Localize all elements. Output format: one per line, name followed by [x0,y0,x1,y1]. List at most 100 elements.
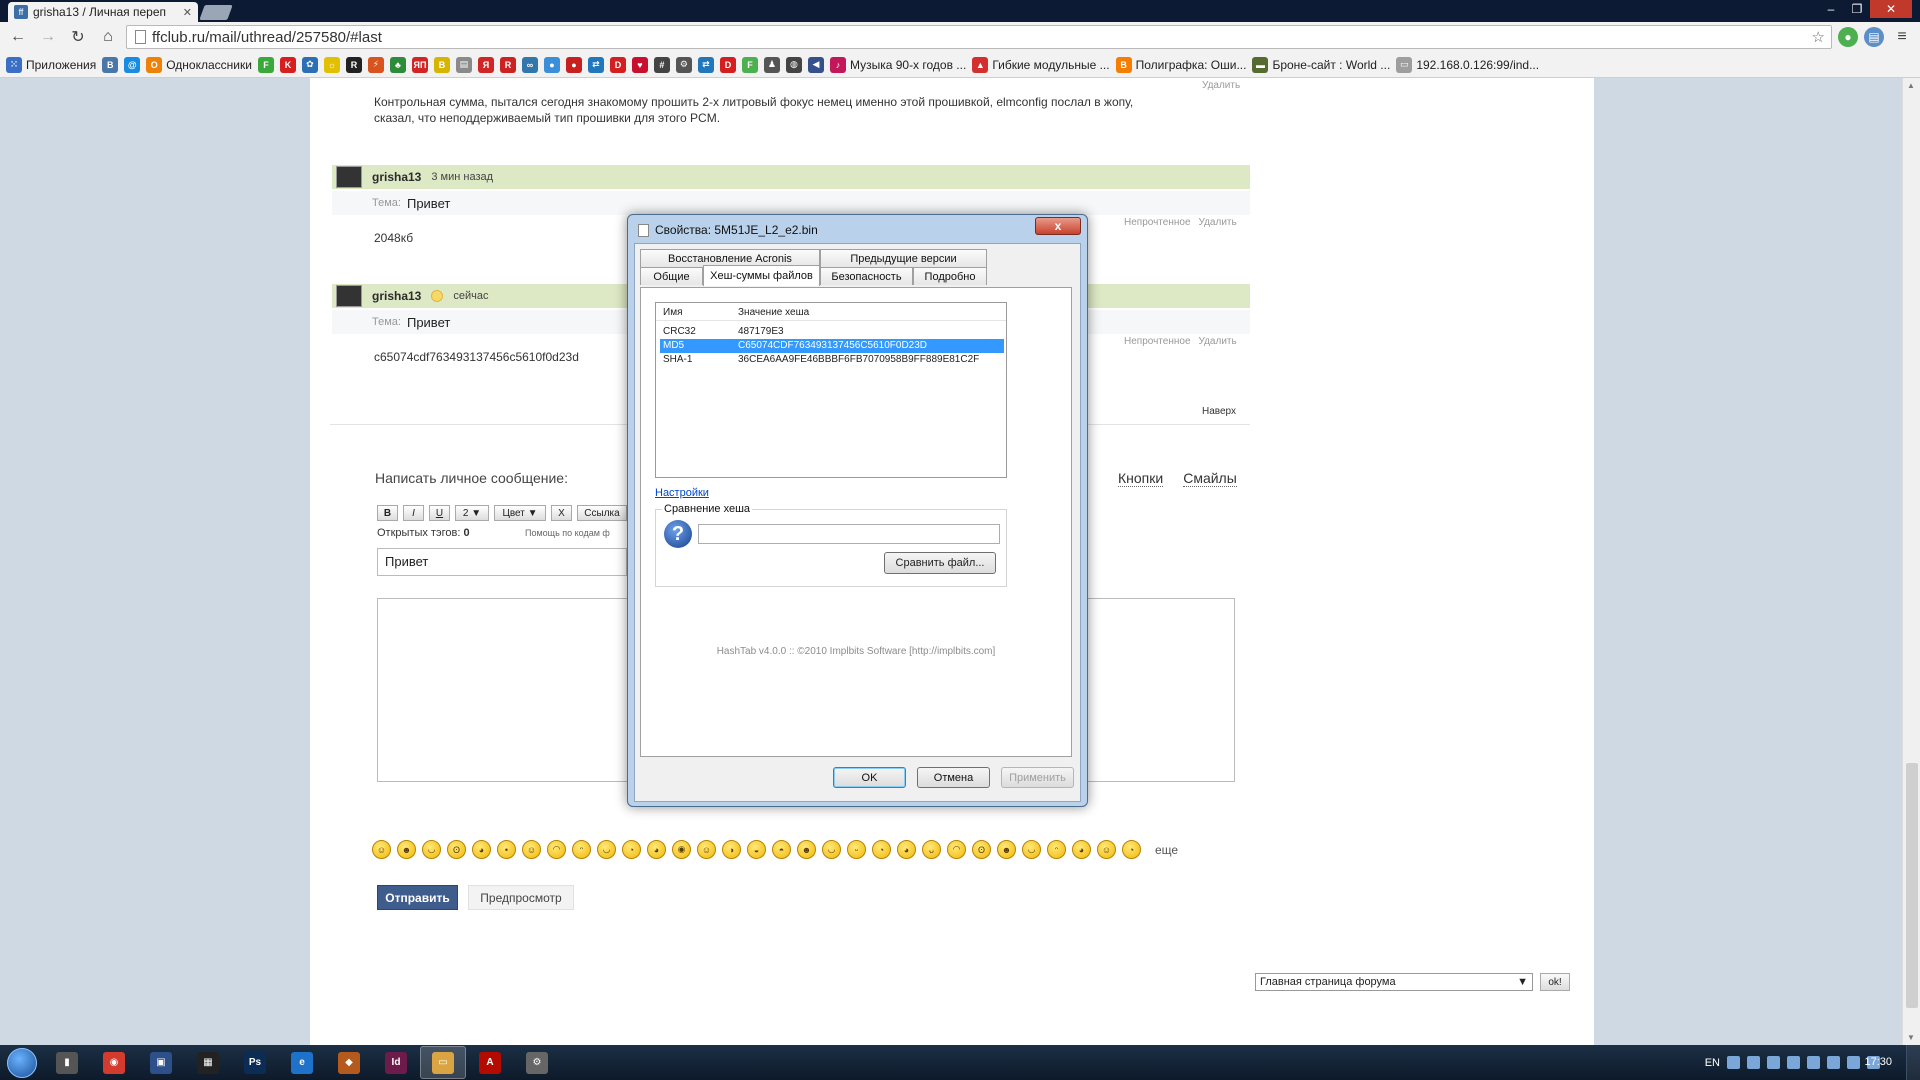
delete-link[interactable]: Удалить [1202,80,1240,91]
bookmark-item[interactable]: ♟ [763,56,780,73]
insert-link-button[interactable]: Ссылка [577,505,627,521]
bookmark-item[interactable]: ⇄ [697,56,714,73]
smiley-icon[interactable]: ᵕ [847,840,866,859]
bookmark-item[interactable]: ▭ 192.168.0.126:99/ind... [1396,56,1539,73]
smiley-icon[interactable]: ◒ [747,840,766,859]
taskbar-app[interactable]: ▦ [185,1046,231,1079]
bookmark-item[interactable]: # [653,56,670,73]
smiley-icon[interactable]: ʘ [447,840,466,859]
smiley-icon[interactable]: ʘ [972,840,991,859]
hash-row[interactable]: SHA-1 36CEA6AA9FE46BBBF6FB7070958B9FF889… [660,353,1004,367]
back-icon[interactable]: ← [6,25,30,49]
tray-app-icon[interactable] [1767,1056,1780,1069]
preview-button[interactable]: Предпросмотр [468,885,574,910]
smiley-icon[interactable]: ◡ [422,840,441,859]
smiley-icon[interactable]: ◠ [547,840,566,859]
font-color-select[interactable]: Цвет ▼ [494,505,546,521]
delete-link[interactable]: Удалить [1199,336,1237,347]
smiley-icon[interactable]: ◔ [1122,840,1141,859]
compare-file-button[interactable]: Сравнить файл... [884,552,996,574]
hash-row-selected[interactable]: MD5 C65074CDF763493137456C5610F0D23D [660,339,1004,353]
forward-icon[interactable]: → [36,25,60,49]
bookmark-item[interactable]: ⚙ [675,56,692,73]
taskbar-app[interactable]: ▭ [420,1046,466,1079]
bookmark-item[interactable]: ☼ [323,56,340,73]
cancel-button[interactable]: Отмена [917,767,990,788]
message-author[interactable]: grisha13 [372,289,421,303]
smiley-icon[interactable]: ◉ [672,840,691,859]
smiley-icon[interactable]: ◑ [722,840,741,859]
scroll-up-icon[interactable]: ▲ [1907,81,1915,90]
smiley-icon[interactable]: ᵔ [572,840,591,859]
subject-input[interactable]: Привет [377,548,627,576]
more-smileys-link[interactable]: еще [1155,843,1178,857]
taskbar-app[interactable]: ⚙ [514,1046,560,1079]
smiley-icon[interactable]: • [497,840,516,859]
hash-compare-input[interactable] [698,524,1000,544]
taskbar-app[interactable]: e [279,1046,325,1079]
extension-green-icon[interactable]: ● [1838,27,1858,47]
bookmark-item[interactable]: ЯП [411,56,428,73]
start-button[interactable] [0,1045,44,1080]
bookmark-item[interactable]: R [345,56,362,73]
smiley-icon[interactable]: ◕ [1072,840,1091,859]
bookmark-item[interactable]: ⚡ [367,56,384,73]
smiley-icon[interactable]: ◠ [947,840,966,859]
scroll-down-icon[interactable]: ▼ [1907,1033,1915,1042]
smiley-icon[interactable]: ☻ [997,840,1016,859]
smiley-icon[interactable]: ◡ [822,840,841,859]
tab-general[interactable]: Общие [640,267,703,285]
smiley-icon[interactable]: ◔ [872,840,891,859]
hash-list[interactable]: Имя Значение хеша CRC32 487179E3 MD5 C65… [655,302,1007,478]
taskbar-app[interactable]: Ps [232,1046,278,1079]
italic-button[interactable]: I [403,505,424,521]
extension-network-icon[interactable]: ▤ [1864,27,1884,47]
taskbar-app[interactable]: ◆ [326,1046,372,1079]
tab-previous-versions[interactable]: Предыдущие версии [820,249,987,267]
menu-icon[interactable]: ≡ [1890,25,1914,49]
bookmark-item[interactable]: K [279,56,296,73]
bookmark-item[interactable]: ▲ Гибкие модульные ... [972,56,1110,73]
reload-icon[interactable]: ↻ [66,25,90,49]
bookmark-item[interactable]: О Одноклассники [146,56,252,73]
column-name[interactable]: Имя [663,307,682,318]
bookmark-item[interactable]: B [433,56,450,73]
bookmark-item[interactable]: F [741,56,758,73]
smiley-icon[interactable]: ◡ [1022,840,1041,859]
clock[interactable]: 17:30 [1864,1056,1892,1068]
taskbar-app[interactable]: A [467,1046,513,1079]
new-tab-button[interactable] [199,5,233,20]
browser-tab[interactable]: ff grisha13 / Личная переп ✕ [8,2,198,22]
bookmark-item[interactable]: ♪ Музыка 90-х годов ... [829,56,966,73]
font-size-select[interactable]: 2 ▼ [455,505,489,521]
hash-row[interactable]: CRC32 487179E3 [660,325,1004,339]
smiley-icon[interactable]: ◕ [897,840,916,859]
smiley-icon[interactable]: ◕ [472,840,491,859]
bookmark-item[interactable]: ⇄ [587,56,604,73]
help-codes-link[interactable]: Помощь по кодам ф [525,528,610,538]
smiley-icon[interactable]: ᴗ [922,840,941,859]
flag-icon[interactable] [1847,1056,1860,1069]
tab-security[interactable]: Безопасность [820,267,913,285]
taskbar-app[interactable]: Id [373,1046,419,1079]
forum-jump-ok-button[interactable]: ok! [1540,973,1570,991]
back-to-top-link[interactable]: Наверх [1202,406,1236,417]
bookmark-item[interactable]: Я [477,56,494,73]
bookmark-item[interactable]: ∞ [521,56,538,73]
page-scrollbar[interactable]: ▲ ▼ [1902,78,1920,1045]
bookmark-item[interactable]: F [257,56,274,73]
smiley-icon[interactable]: ☺ [522,840,541,859]
tray-app-icon[interactable] [1787,1056,1800,1069]
show-desktop-button[interactable] [1906,1045,1920,1080]
bookmark-item[interactable]: ◀ [807,56,824,73]
smiley-icon[interactable]: ☺ [1097,840,1116,859]
bookmark-item[interactable]: ♥ [631,56,648,73]
bookmark-item[interactable]: ● [543,56,560,73]
apps-shortcut[interactable]: ⁙ Приложения [6,56,96,73]
bookmark-item[interactable]: D [609,56,626,73]
smiley-icon[interactable]: ☺ [697,840,716,859]
volume-icon[interactable] [1727,1056,1740,1069]
buttons-link[interactable]: Кнопки [1118,470,1164,487]
home-icon[interactable]: ⌂ [96,25,120,49]
tab-close-icon[interactable]: ✕ [183,6,192,19]
